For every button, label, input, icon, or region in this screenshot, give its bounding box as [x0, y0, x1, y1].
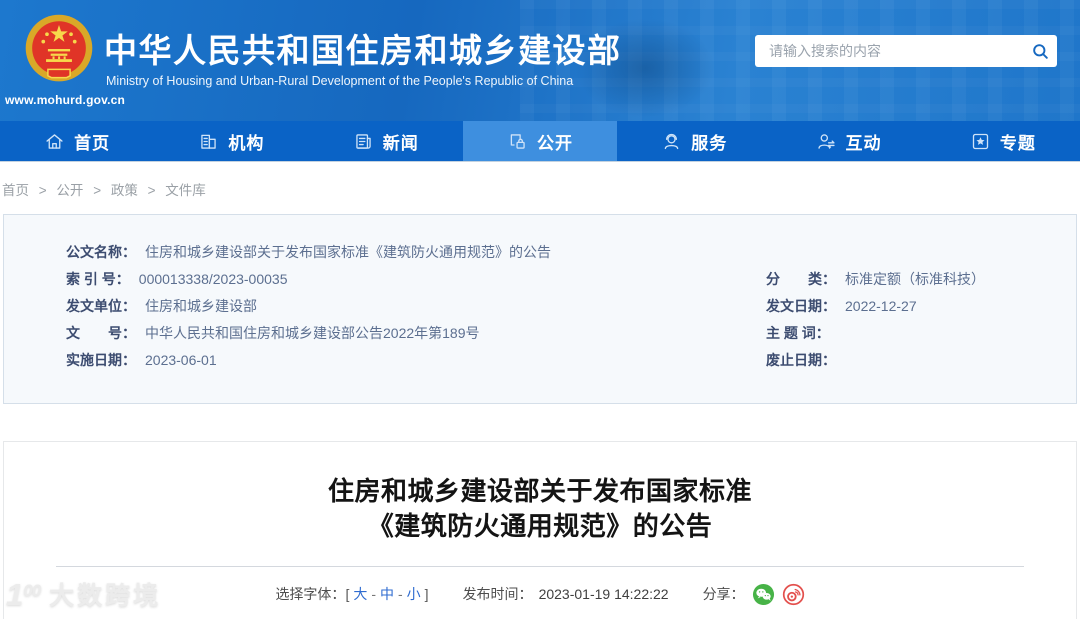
search-icon — [1032, 43, 1048, 59]
breadcrumb-library[interactable]: 文件库 — [165, 183, 206, 198]
article-meta-row: 选择字体： [ 大 - 中 - 小 ] 发布时间： 2023-01-19 14:… — [4, 580, 1076, 608]
nav-tab-label: 机构 — [228, 133, 265, 153]
breadcrumb-separator: > — [93, 183, 102, 198]
site-url: www.mohurd.gov.cn — [5, 93, 126, 107]
doc-meta-row-issue-date: 发文日期： 2022-12-27 — [766, 293, 985, 320]
breadcrumb-separator: > — [147, 183, 156, 198]
font-select-label: 选择字体： — [275, 586, 346, 602]
publish-time-label: 发布时间： — [462, 586, 533, 602]
news-icon — [355, 133, 371, 149]
meta-value: 住房和城乡建设部关于发布国家标准《建筑防火通用规范》的公告 — [145, 244, 551, 260]
article-title-line1: 住房和城乡建设部关于发布国家标准 — [327, 476, 752, 506]
site-header: www.mohurd.gov.cn 中华人民共和国住房和城乡建设部 Minist… — [0, 0, 1080, 121]
doc-meta-row-category: 分 类： 标准定额（标准科技） — [766, 266, 985, 293]
nav-tab-label: 专题 — [999, 133, 1036, 153]
meta-value: 标准定额（标准科技） — [845, 271, 985, 287]
meta-value: 000013338/2023-00035 — [138, 271, 288, 287]
bracket-open: [ — [345, 586, 350, 602]
meta-label: 发文单位： — [66, 298, 136, 314]
site-title-cn: 中华人民共和国住房和城乡建设部 — [104, 32, 622, 69]
weibo-icon[interactable] — [782, 583, 805, 606]
organization-icon — [201, 134, 217, 149]
doc-meta-row-effective-date: 实施日期： 2023-06-01 — [66, 347, 551, 374]
nav-tab-label: 新闻 — [382, 133, 419, 153]
watermark-logo: 100 — [6, 577, 41, 612]
share-group: 分享： — [703, 583, 805, 606]
font-size-selector: 选择字体： [ 大 - 中 - 小 ] — [275, 584, 428, 604]
nav-tab-news[interactable]: 公开 新闻 — [309, 121, 463, 161]
doc-meta-row-number: 文 号： 中华人民共和国住房和城乡建设部公告2022年第189号 — [66, 320, 551, 347]
breadcrumb-separator: > — [38, 183, 47, 198]
doc-meta-row-index: 索 引 号： 000013338/2023-00035 — [66, 266, 551, 293]
disclosure-icon — [510, 133, 525, 149]
bracket-close: ] — [424, 586, 429, 602]
nav-tab-interaction[interactable]: 互动 — [771, 121, 925, 161]
font-size-medium-link[interactable]: 中 — [380, 584, 394, 604]
meta-label: 实施日期： — [66, 352, 136, 368]
search-button[interactable] — [1023, 35, 1057, 67]
interaction-icon — [817, 133, 835, 149]
breadcrumb-policy[interactable]: 政策 — [111, 183, 138, 198]
meta-label: 公文名称： — [66, 244, 136, 260]
nav-tab-home[interactable]: 首页 — [0, 121, 154, 161]
nav-tab-organization[interactable]: 机构 — [154, 121, 308, 161]
doc-meta-row-title: 公文名称： 住房和城乡建设部关于发布国家标准《建筑防火通用规范》的公告 — [66, 239, 551, 266]
meta-label: 分 类： — [766, 271, 836, 287]
article-title-divider — [56, 566, 1024, 567]
search-input[interactable] — [755, 35, 1023, 67]
search-box — [755, 35, 1057, 67]
national-emblem-icon — [25, 14, 93, 82]
breadcrumb: 首页 > 公开 > 政策 > 文件库 — [2, 179, 206, 199]
nav-tab-label: 互动 — [845, 133, 882, 153]
font-size-separator: - — [371, 586, 376, 602]
doc-meta-row-repeal-date: 废止日期： — [766, 347, 985, 374]
meta-value: 中华人民共和国住房和城乡建设部公告2022年第189号 — [145, 325, 480, 341]
publish-time-value: 2023-01-19 14:22:22 — [538, 586, 669, 602]
site-title-en: Ministry of Housing and Urban-Rural Deve… — [106, 74, 574, 88]
nav-tab-label: 首页 — [74, 133, 111, 153]
doc-meta-panel: 公文名称： 住房和城乡建设部关于发布国家标准《建筑防火通用规范》的公告 索 引 号… — [3, 214, 1077, 404]
publish-time: 发布时间： 2023-01-19 14:22:22 — [463, 584, 669, 604]
meta-value: 2022-12-27 — [845, 298, 917, 314]
nav-tab-services[interactable]: 服务 — [617, 121, 771, 161]
meta-label: 文 号： — [66, 325, 136, 341]
meta-label: 废止日期： — [766, 352, 836, 368]
font-size-large-link[interactable]: 大 — [353, 584, 367, 604]
breadcrumb-home[interactable]: 首页 — [2, 183, 29, 198]
meta-label: 索 引 号： — [66, 271, 130, 287]
nav-divider — [0, 161, 1080, 162]
article-title: 住房和城乡建设部关于发布国家标准 《建筑防火通用规范》的公告 — [4, 474, 1076, 544]
font-size-small-link[interactable]: 小 — [407, 584, 421, 604]
doc-meta-row-keywords: 主 题 词： — [766, 320, 985, 347]
breadcrumb-disclosure[interactable]: 公开 — [56, 183, 83, 198]
doc-meta-row-issuer: 发文单位： 住房和城乡建设部 — [66, 293, 551, 320]
meta-value: 住房和城乡建设部 — [145, 298, 257, 314]
share-label: 分享： — [702, 586, 745, 602]
meta-label: 主 题 词： — [766, 325, 830, 341]
wechat-icon[interactable] — [752, 583, 775, 606]
nav-tab-topics[interactable]: 专题 — [926, 121, 1080, 161]
topics-icon — [972, 133, 988, 149]
doc-meta-left-column: 公文名称： 住房和城乡建设部关于发布国家标准《建筑防火通用规范》的公告 索 引 号… — [66, 239, 551, 374]
doc-meta-right-column: 分 类： 标准定额（标准科技） 发文日期： 2022-12-27 主 题 词： 废止… — [766, 266, 985, 374]
service-icon — [664, 133, 679, 149]
page: www.mohurd.gov.cn 中华人民共和国住房和城乡建设部 Minist… — [0, 0, 1080, 619]
nav-tab-label: 公开 — [536, 133, 573, 153]
home-icon — [46, 133, 63, 149]
font-size-separator: - — [398, 586, 403, 602]
main-nav: 首页 机构 公开 新闻 公开 — [0, 121, 1080, 161]
watermark: 100 大数跨境 — [6, 579, 161, 610]
watermark-text: 大数跨境 — [49, 581, 162, 610]
article-title-line2: 《建筑防火通用规范》的公告 — [367, 511, 713, 541]
article-panel: 住房和城乡建设部关于发布国家标准 《建筑防火通用规范》的公告 选择字体： [ 大… — [3, 441, 1077, 619]
meta-label: 发文日期： — [766, 298, 836, 314]
meta-value: 2023-06-01 — [145, 352, 217, 368]
nav-tab-disclosure[interactable]: 公开 — [462, 121, 618, 161]
nav-tab-label: 服务 — [691, 133, 728, 153]
